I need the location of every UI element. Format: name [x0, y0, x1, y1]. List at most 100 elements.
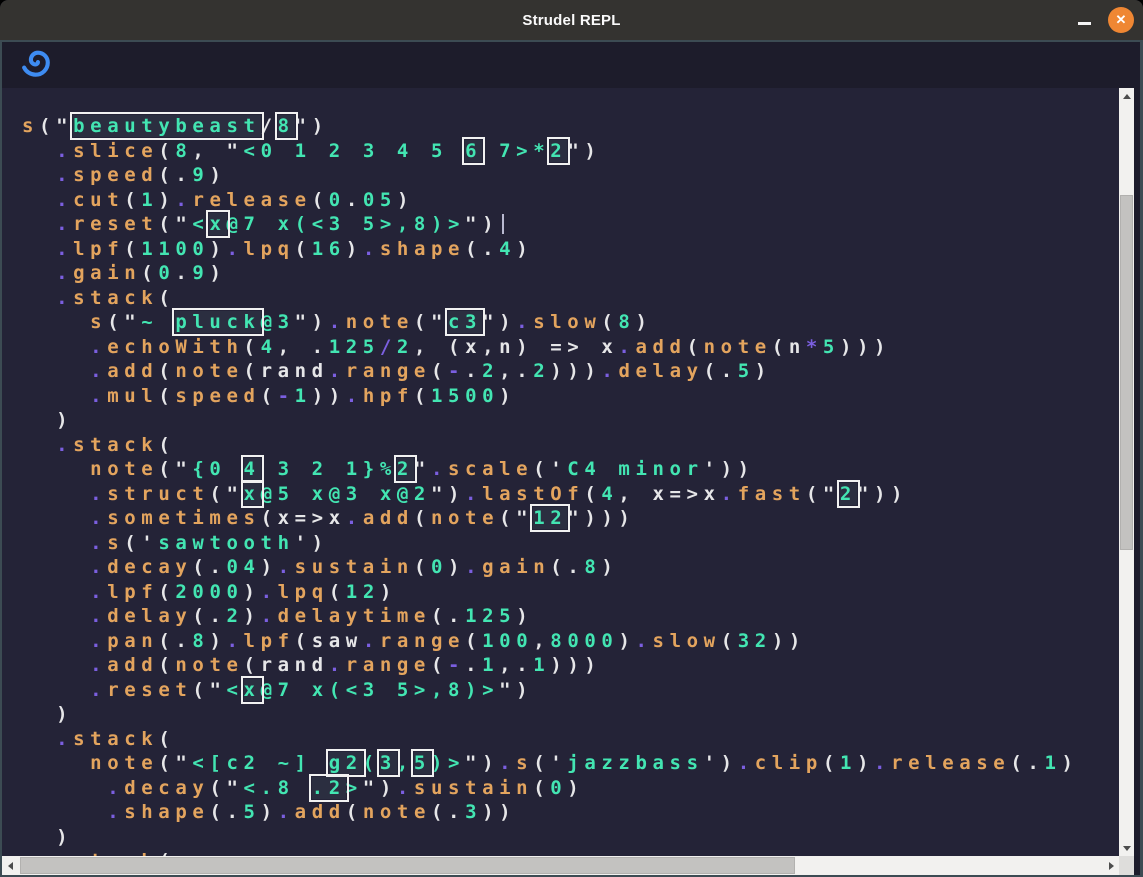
code-line[interactable]: .struct("x@5 x@3 x@2").lastOf(4, x=>x.fa… [22, 482, 1119, 507]
code-line[interactable]: .pan(.8).lpf(saw.range(100,8000).slow(32… [22, 629, 1119, 654]
code-token: (" [192, 679, 226, 701]
code-token: ") [431, 483, 465, 505]
code-token: ')) [704, 458, 755, 480]
code-token: 2 [397, 336, 414, 358]
code-token: (. [431, 605, 465, 627]
code-line[interactable]: .stack( [22, 849, 1119, 856]
code-line[interactable]: .echoWith(4, .125/2, (x,n) => x.add(note… [22, 335, 1119, 360]
code-token: shape [380, 238, 465, 260]
code-token: 9 [192, 164, 209, 186]
window-title: Strudel REPL [522, 12, 620, 29]
code-token: . [636, 630, 653, 652]
code-line[interactable]: .shape(.5).add(note(.3)) [22, 800, 1119, 825]
code-line[interactable]: .sometimes(x=>x.add(note("12"))) [22, 506, 1119, 531]
vertical-scrollbar-thumb[interactable] [1120, 195, 1133, 550]
scroll-left-button[interactable] [2, 856, 18, 875]
code-token: - [448, 654, 465, 676]
code-token: (' [533, 752, 567, 774]
code-token: note [90, 752, 158, 774]
horizontal-scrollbar[interactable] [2, 856, 1119, 875]
code-token: @7 x(<3 5>,8)> [261, 679, 500, 701]
header-bar [2, 42, 1140, 88]
code-line[interactable]: .add(note(rand.range(-.2,.2))).delay(.5) [22, 359, 1119, 384]
code-token: range [346, 360, 431, 382]
scrollbar-corner [1119, 856, 1134, 875]
code-token: (. [158, 164, 192, 186]
code-token: 100 [482, 630, 533, 652]
code-token: 3 2 1}% [261, 458, 397, 480]
code-token: 2 [226, 605, 243, 627]
code-token: 1 [533, 654, 550, 676]
highlighted-token: 6 [465, 140, 482, 162]
code-line[interactable]: .stack( [22, 727, 1119, 752]
vertical-scrollbar[interactable] [1119, 88, 1134, 856]
code-line[interactable]: .s('sawtooth') [22, 531, 1119, 556]
highlighted-token: 2 [840, 483, 857, 505]
code-token: gain [482, 556, 550, 578]
minimize-button[interactable] [1078, 22, 1091, 25]
scroll-down-button[interactable] [1119, 840, 1134, 856]
code-token: (. [550, 556, 584, 578]
code-line[interactable]: .decay(.04).sustain(0).gain(.8) [22, 555, 1119, 580]
code-token: 4 [601, 483, 618, 505]
code-token: (. [192, 605, 226, 627]
code-line[interactable]: s("beautybeast/8") [22, 114, 1119, 139]
code-token: 8 [618, 311, 635, 333]
code-line[interactable]: .cut(1).release(0.05) [22, 188, 1119, 213]
code-token: . [397, 777, 414, 799]
code-token: ( [533, 777, 550, 799]
code-line[interactable]: .stack( [22, 433, 1119, 458]
code-token: range [380, 630, 465, 652]
code-token: ( [295, 238, 312, 260]
code-line[interactable]: .add(note(rand.range(-.1,.1))) [22, 653, 1119, 678]
code-line[interactable]: .lpf(1100).lpq(16).shape(.4) [22, 237, 1119, 262]
code-token: ( [158, 654, 175, 676]
scroll-right-button[interactable] [1103, 856, 1119, 875]
horizontal-scrollbar-thumb[interactable] [20, 857, 795, 874]
code-line[interactable]: .gain(0.9) [22, 261, 1119, 286]
code-token: slice [73, 140, 158, 162]
code-token: ( [363, 752, 380, 774]
code-line[interactable]: .reset("<x@7 x(<3 5>,8)>") [22, 678, 1119, 703]
code-editor[interactable]: s("beautybeast/8").slice(8, "<0 1 2 3 4 … [2, 88, 1119, 856]
code-token: 5 [738, 360, 755, 382]
code-line[interactable]: ) [22, 825, 1119, 850]
scroll-up-button[interactable] [1119, 88, 1134, 104]
code-line[interactable]: note("<[c2 ~] g2(3,5)>").s('jazzbass').c… [22, 751, 1119, 776]
code-token: . [329, 311, 346, 333]
code-token: lpf [244, 630, 295, 652]
code-token: ) [857, 752, 874, 774]
code-token: . [107, 777, 124, 799]
code-line[interactable]: ) [22, 408, 1119, 433]
code-token: ( [158, 385, 175, 407]
code-token: . [261, 605, 278, 627]
code-token: 125 [465, 605, 516, 627]
code-token: 7>* [482, 140, 550, 162]
code-line[interactable]: s("~ pluck@3").note("c3").slow(8) [22, 310, 1119, 335]
code-token: . [90, 483, 107, 505]
code-line[interactable]: .lpf(2000).lpq(12) [22, 580, 1119, 605]
code-line[interactable]: .reset("<x@7 x(<3 5>,8)>") [22, 212, 1119, 237]
code-token: 1 [1044, 752, 1061, 774]
code-token: . [346, 385, 363, 407]
code-token: . [278, 556, 295, 578]
code-token: ') [295, 532, 329, 554]
code-token: add [295, 801, 346, 823]
code-line[interactable]: note("{0 4 3 2 1}%2".scale('C4 minor')) [22, 457, 1119, 482]
highlighted-token: x [209, 213, 226, 235]
code-token: ( [261, 385, 278, 407]
code-line[interactable]: .slice(8, "<0 1 2 3 4 5 6 7>*2") [22, 139, 1119, 164]
code-line[interactable]: ) [22, 702, 1119, 727]
code-line[interactable]: .speed(.9) [22, 163, 1119, 188]
code-line[interactable]: .delay(.2).delaytime(.125) [22, 604, 1119, 629]
code-line[interactable]: .mul(speed(-1)).hpf(1500) [22, 384, 1119, 409]
code-token: lpq [244, 238, 295, 260]
code-token: ( [158, 581, 175, 603]
code-token: . [346, 507, 363, 529]
titlebar[interactable]: Strudel REPL ✕ [0, 0, 1143, 40]
strudel-spiral-logo-icon[interactable] [22, 48, 52, 83]
code-line[interactable]: .stack( [22, 286, 1119, 311]
code-token: ) [567, 777, 584, 799]
close-button[interactable]: ✕ [1108, 7, 1134, 33]
code-line[interactable]: .decay("<.8 .2>").sustain(0) [22, 776, 1119, 801]
